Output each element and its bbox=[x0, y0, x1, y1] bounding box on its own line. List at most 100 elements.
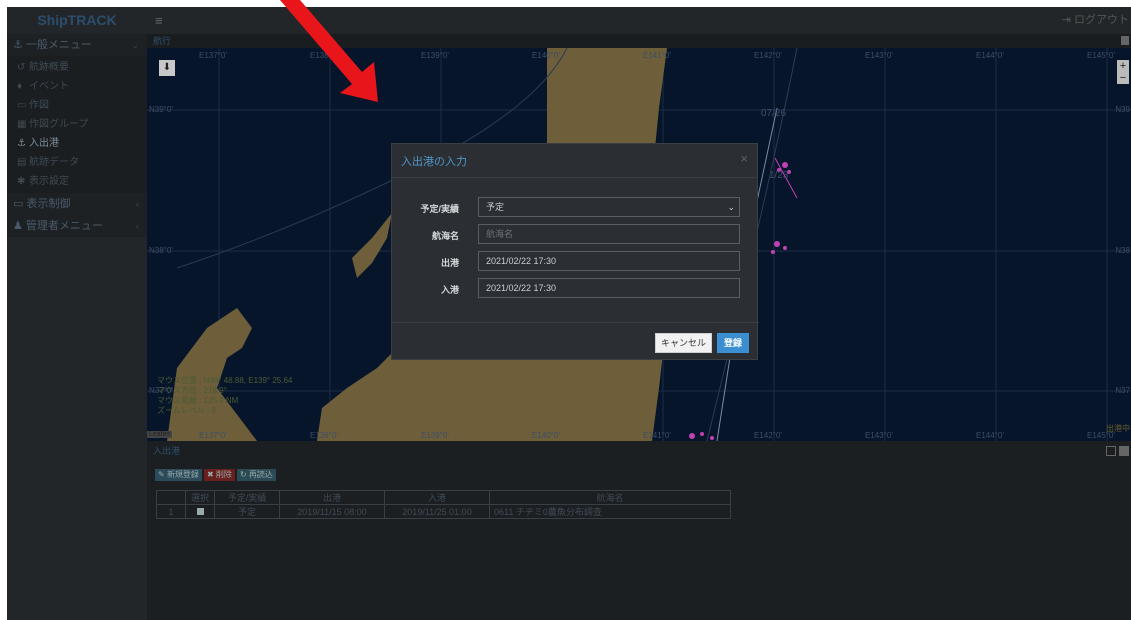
menu-toggle-icon[interactable]: ≡ bbox=[155, 7, 163, 34]
sidebar-item-label: 入出港 bbox=[29, 138, 59, 149]
voyage-label: 航海名 bbox=[431, 231, 459, 241]
sidebar-admin-menu-label: 管理者メニュー bbox=[25, 220, 103, 232]
voyage-row: 航海名 航海名 bbox=[392, 224, 759, 246]
lon-label: E137°0' bbox=[199, 431, 227, 440]
dialog-title: 入出港の入力 bbox=[401, 156, 467, 168]
register-button[interactable]: 登録 bbox=[717, 333, 749, 353]
chevron-down-icon: ⌄ bbox=[727, 202, 735, 212]
type-label: 予定/実績 bbox=[420, 204, 459, 214]
logout-label: ログアウト bbox=[1074, 14, 1129, 26]
cell-voyage: 0611 チヂミ0農魚分布調査 bbox=[489, 504, 731, 519]
arrival-label: 入港 bbox=[440, 285, 459, 295]
lon-label: E143°0' bbox=[865, 51, 893, 60]
cell-select[interactable] bbox=[185, 504, 215, 519]
lon-label: E141°0' bbox=[643, 431, 671, 440]
lat-label: N38°0' bbox=[149, 246, 173, 255]
sidebar-submenu: ↺ 航跡概要 ♦ イベント ▭ 作図 ▦ 作図グループ ⚓ 入出港 ▤ 航跡データ ✱ 表示設… bbox=[7, 56, 147, 193]
departure-label: 出港 bbox=[440, 258, 459, 268]
map-panel-title: 航行 bbox=[147, 34, 1131, 48]
database-icon: ▤ bbox=[17, 157, 27, 168]
mouse-distance: マウス距離 : 125.8 NM bbox=[157, 396, 239, 405]
col-arrival[interactable]: 入港 bbox=[384, 490, 490, 505]
download-icon[interactable]: ⬇ bbox=[159, 60, 175, 76]
chevron-left-icon: ‹ bbox=[136, 199, 139, 209]
lat-label: N38 bbox=[1115, 246, 1130, 255]
table-row[interactable]: 1 予定 2019/11/15 08:00 2019/11/25 01:00 0… bbox=[156, 504, 731, 519]
zoom-level: ズームレベル : 8 bbox=[157, 406, 216, 415]
lon-label: E139°0' bbox=[421, 431, 449, 440]
lon-label: E143°0' bbox=[865, 431, 893, 440]
cell-departure: 2019/11/15 08:00 bbox=[279, 504, 385, 519]
dialog-header: 入出港の入力 × bbox=[392, 144, 757, 178]
logout-link[interactable]: ⇥ ログアウト bbox=[1062, 7, 1129, 34]
arrival-row: 入港 2021/02/22 17:30 bbox=[392, 278, 759, 300]
port-panel-title: 入出港 bbox=[147, 444, 1131, 458]
delete-button[interactable]: ✖ 削除 bbox=[203, 469, 235, 481]
map-panel-title-text: 航行 bbox=[153, 36, 172, 46]
cancel-button[interactable]: キャンセル bbox=[655, 333, 712, 353]
trash-icon: ✖ bbox=[206, 470, 216, 479]
table-header: 選択 予定/実績 出港 入港 航海名 bbox=[156, 490, 731, 505]
row-checkbox[interactable] bbox=[196, 507, 204, 515]
lon-label: E139°0' bbox=[421, 51, 449, 60]
sidebar-item-history[interactable]: ↺ 航跡概要 bbox=[7, 58, 147, 77]
lon-label: E142°0' bbox=[754, 51, 782, 60]
departure-input[interactable]: 2021/02/22 17:30 bbox=[478, 251, 740, 271]
lon-label: E140°0' bbox=[532, 431, 560, 440]
col-type[interactable]: 予定/実績 bbox=[214, 490, 280, 505]
reload-button[interactable]: ↻ 再読込 bbox=[236, 469, 276, 481]
lon-label: E145°0' bbox=[1087, 51, 1115, 60]
delete-button-label: 削除 bbox=[215, 470, 232, 479]
mouse-info: マウス位置 : N38° 48.88, E139° 25.64 マウス方位 : … bbox=[157, 376, 292, 416]
mouse-position: マウス位置 : N38° 48.88, E139° 25.64 bbox=[157, 376, 293, 385]
brand-logo[interactable]: ShipTRACK bbox=[7, 7, 147, 34]
sidebar-item-track-data[interactable]: ▤ 航跡データ bbox=[7, 153, 147, 172]
port-table: 選択 予定/実績 出港 入港 航海名 1 予定 2019/11/15 08:00… bbox=[156, 490, 731, 519]
anchor-icon: ⚓ bbox=[13, 39, 26, 51]
lon-label: E140°0' bbox=[532, 51, 560, 60]
col-departure[interactable]: 出港 bbox=[279, 490, 385, 505]
col-no bbox=[156, 490, 186, 505]
sidebar-item-label: 表示設定 bbox=[29, 176, 69, 187]
mouse-bearing: マウス方位 : 218.9° bbox=[157, 386, 227, 395]
type-select[interactable]: 予定 ⌄ bbox=[478, 197, 740, 217]
history-icon: ↺ bbox=[17, 62, 26, 73]
reload-button-label: 再読込 bbox=[248, 470, 273, 479]
arrival-input[interactable]: 2021/02/22 17:30 bbox=[478, 278, 740, 298]
lat-label: N37 bbox=[1115, 386, 1130, 395]
port-entry-dialog: 入出港の入力 × 予定/実績 予定 ⌄ 航海名 航海名 出港 2021/02/22… bbox=[391, 143, 759, 360]
port-status-label: 出港中 bbox=[1106, 424, 1130, 433]
cell-type: 予定 bbox=[214, 504, 280, 519]
new-button[interactable]: ✎ 新規登録 bbox=[155, 469, 202, 481]
drawing-icon: ▭ bbox=[17, 100, 27, 111]
sidebar-admin-menu[interactable]: ♟ 管理者メニュー ‹ bbox=[7, 215, 147, 237]
lat-label: N39 bbox=[1115, 105, 1130, 114]
zoom-in-button[interactable]: + bbox=[1117, 60, 1129, 72]
voyage-input[interactable]: 航海名 bbox=[478, 224, 740, 244]
sidebar-item-port[interactable]: ⚓ 入出港 bbox=[7, 134, 147, 153]
close-panel-icon[interactable] bbox=[1119, 446, 1129, 456]
zoom-out-button[interactable]: − bbox=[1117, 72, 1129, 84]
collapse-icon[interactable] bbox=[1121, 36, 1129, 45]
leaflet-attribution[interactable]: Leaflet bbox=[147, 431, 173, 438]
sidebar-item-event[interactable]: ♦ イベント bbox=[7, 77, 147, 96]
sidebar-item-drawing-group[interactable]: ▦ 作図グループ bbox=[7, 115, 147, 134]
lon-label: E142°0' bbox=[754, 431, 782, 440]
sidebar-display-control[interactable]: ▭ 表示制御 ‹ bbox=[7, 193, 147, 215]
lat-label: N39°0' bbox=[149, 105, 173, 114]
minimize-icon[interactable] bbox=[1106, 446, 1116, 456]
type-select-value: 予定 bbox=[486, 202, 505, 212]
top-bar: ShipTRACK ≡ ⇥ ログアウト bbox=[7, 7, 1131, 34]
col-select[interactable]: 選択 bbox=[185, 490, 215, 505]
departure-row: 出港 2021/02/22 17:30 bbox=[392, 251, 759, 273]
close-icon[interactable]: × bbox=[740, 152, 748, 165]
sidebar-general-menu[interactable]: ⚓ 一般メニュー ⌄ bbox=[7, 34, 147, 56]
anchor-icon: ⚓ bbox=[17, 138, 26, 149]
sidebar-item-drawing[interactable]: ▭ 作図 bbox=[7, 96, 147, 115]
sidebar-item-display-settings[interactable]: ✱ 表示設定 bbox=[7, 172, 147, 191]
sidebar-general-menu-label: 一般メニュー bbox=[25, 39, 92, 51]
lon-label: E144°0' bbox=[976, 431, 1004, 440]
col-voyage[interactable]: 航海名 bbox=[489, 490, 731, 505]
sidebar-display-control-label: 表示制御 bbox=[26, 198, 71, 210]
type-row: 予定/実績 予定 ⌄ bbox=[392, 197, 759, 219]
